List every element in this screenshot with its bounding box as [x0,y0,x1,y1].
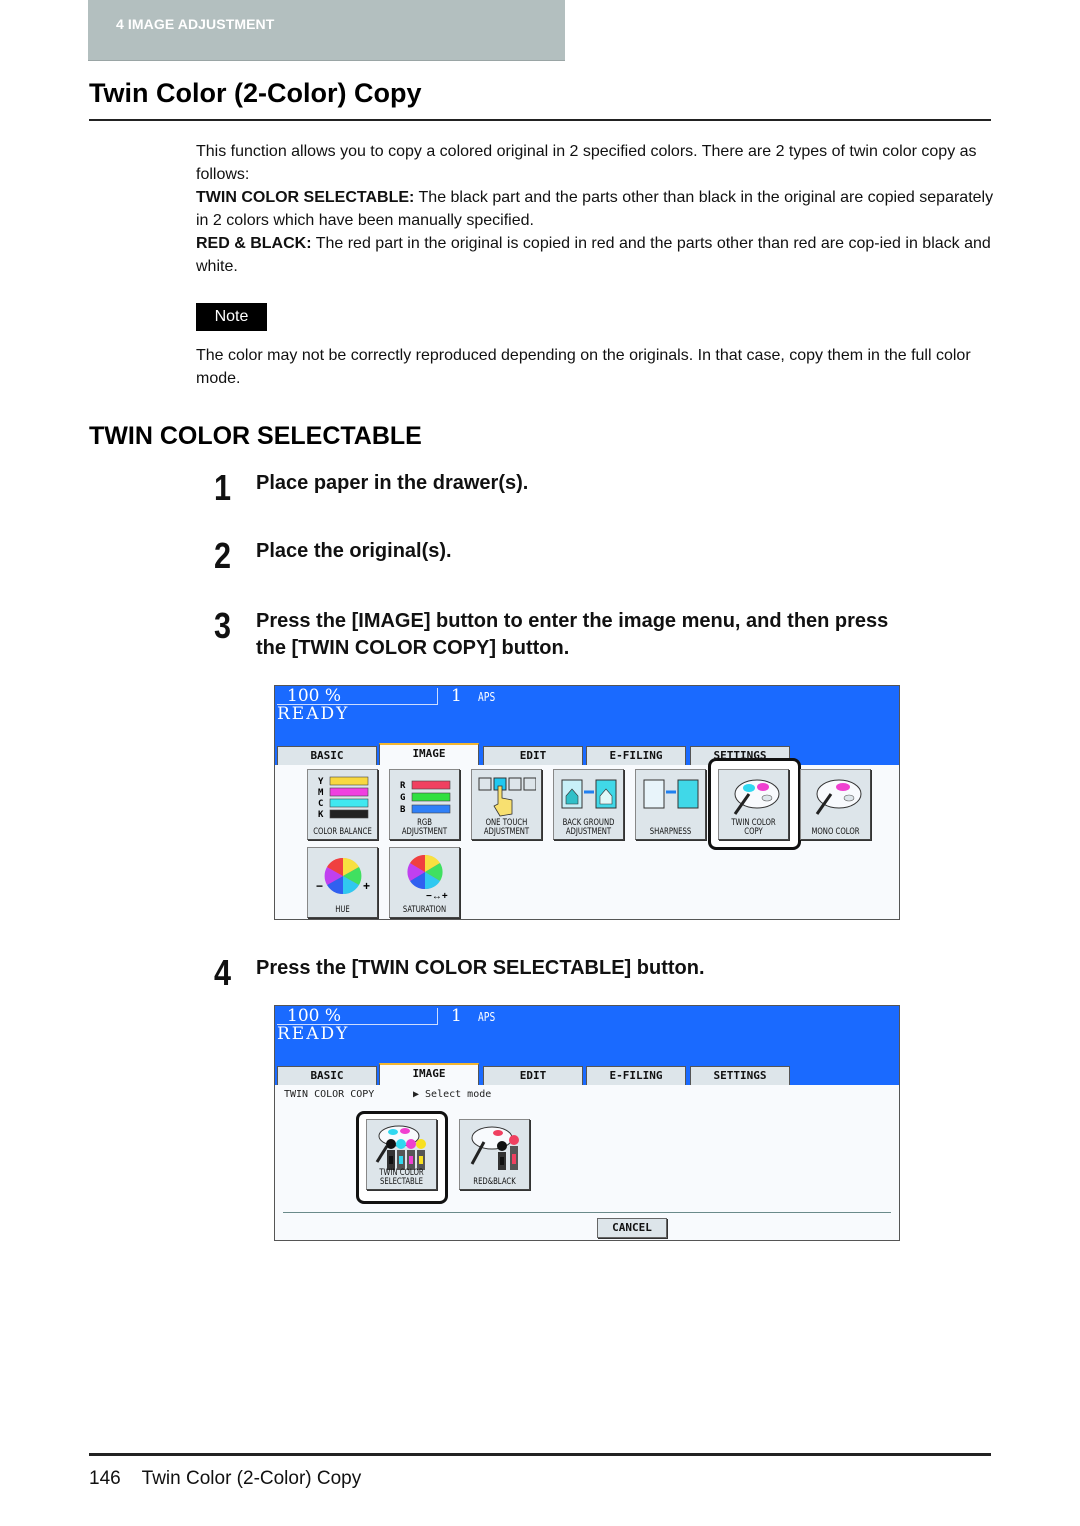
paper-size: APS [478,690,496,704]
tab-settings[interactable]: SETTINGS [690,1066,790,1085]
tile-label: HUE [335,905,350,915]
chapter-tab: 4 IMAGE ADJUSTMENT [88,0,565,61]
tab-e-filing[interactable]: E-FILING [586,746,686,765]
tab-edit[interactable]: EDIT [483,746,583,765]
term: TWIN COLOR SELECTABLE: [196,189,415,206]
cancel-button[interactable]: CANCEL [597,1218,667,1238]
definition-twin-selectable: TWIN COLOR SELECTABLE: The black part an… [196,186,996,232]
step-number: 4 [214,952,232,993]
tile-label: MONO COLOR [811,827,860,837]
definition-red-black: RED & BLACK: The red part in the origina… [196,232,996,278]
status-text: READY [277,704,350,724]
footer-divider [89,1453,991,1456]
step-text-line: the [TWIN COLOR COPY] button. [256,637,570,659]
term: RED & BLACK: [196,235,312,252]
palette-mono-icon [815,779,862,815]
svg-text:M: M [318,788,324,798]
status-area: 100 % 1 APS READY [275,1006,899,1066]
paper-size: APS [478,1010,496,1024]
page-title: Twin Color (2-Color) Copy [89,78,422,108]
svg-text:−: − [316,879,323,893]
note-badge: Note [196,303,267,331]
background-adjustment-button[interactable]: BACK GROUND ADJUSTMENT [553,769,624,840]
svg-text:+: + [363,879,370,893]
title-divider [89,119,991,121]
one-touch-icon [478,777,536,817]
svg-text:−↔+: −↔+ [426,891,448,900]
svg-text:B: B [400,805,406,815]
tab-edit[interactable]: EDIT [483,1066,583,1085]
step-text-line: Press the [IMAGE] button to enter the im… [256,610,889,632]
tile-label: COLOR BALANCE [313,827,372,837]
copy-count: 1 [451,686,462,706]
saturation-button[interactable]: −↔+ SATURATION [389,847,460,918]
copy-count: 1 [451,1006,462,1026]
twin-color-mode-panel: TWIN COLOR COPY ▶ Select mode TWIN COLOR… [275,1085,899,1240]
color-balance-button[interactable]: Y M C K COLOR BALANCE [307,769,378,840]
tile-label: TWIN COLOR COPY [731,818,776,837]
svg-text:G: G [400,793,405,803]
tab-basic[interactable]: BASIC [277,746,377,765]
color-balance-icon: Y M C K [318,776,369,820]
tile-label: SATURATION [402,905,447,915]
rgb-adjustment-icon: R G B [400,780,451,815]
saturation-wheel-icon: −↔+ [407,854,448,900]
touch-panel-image-menu: 100 % 1 APS READY BASIC IMAGE EDIT E-FIL… [274,685,900,920]
tile-label: BACK GROUND ADJUSTMENT [562,818,615,837]
step-text: Place paper in the drawer(s). [256,472,529,494]
red-black-icon [470,1126,519,1170]
status-text: READY [277,1024,350,1044]
svg-text:K: K [318,810,324,820]
svg-text:Y: Y [318,777,324,787]
intro-paragraph: This function allows you to copy a color… [196,143,977,183]
sharpness-icon [643,779,699,809]
twin-color-copy-button[interactable]: TWIN COLOR COPY [718,769,789,840]
tile-label: RED&BLACK [473,1177,516,1187]
tile-label: SHARPNESS [649,827,692,837]
hue-button[interactable]: − + HUE [307,847,378,918]
tab-bar: BASIC IMAGE EDIT E-FILING SETTINGS [275,1063,899,1085]
tab-e-filing[interactable]: E-FILING [586,1066,686,1085]
palette-twin-icon [733,779,780,815]
step-text: Place the original(s). [256,540,452,562]
step-number: 1 [214,467,232,508]
tab-image[interactable]: IMAGE [379,1063,479,1085]
touch-panel-twin-color-mode: 100 % 1 APS READY BASIC IMAGE EDIT E-FIL… [274,1005,900,1241]
step-text: Press the [TWIN COLOR SELECTABLE] button… [256,957,705,979]
page-footer: 146 Twin Color (2-Color) Copy [89,1468,361,1490]
zoom-ratio: 100 % [287,1006,342,1026]
step-number: 3 [214,605,232,646]
tile-label: TWIN COLOR SELECTABLE [379,1168,424,1187]
tab-basic[interactable]: BASIC [277,1066,377,1085]
twin-selectable-icon [375,1125,426,1170]
step-text: Press the [IMAGE] button to enter the im… [256,608,888,662]
select-mode-prompt: ▶ Select mode [413,1089,492,1100]
tile-label: RGB ADJUSTMENT [401,818,448,837]
intro-text: This function allows you to copy a color… [196,140,996,278]
rgb-adjustment-button[interactable]: R G B RGB ADJUSTMENT [389,769,460,840]
menu-path: TWIN COLOR COPY [284,1089,375,1100]
footer-title: Twin Color (2-Color) Copy [141,1468,362,1489]
tab-image[interactable]: IMAGE [379,743,479,765]
sharpness-button[interactable]: SHARPNESS [635,769,706,840]
zoom-ratio: 100 % [287,686,342,706]
twin-color-selectable-button[interactable]: TWIN COLOR SELECTABLE [366,1119,437,1190]
hue-wheel-icon: − + [316,857,370,895]
background-icon [561,779,617,809]
note-text: The color may not be correctly reproduce… [196,347,971,387]
step-number: 2 [214,535,232,576]
one-touch-adjustment-button[interactable]: ONE TOUCH ADJUSTMENT [471,769,542,840]
red-and-black-button[interactable]: RED&BLACK [459,1119,530,1190]
page-number: 146 [89,1468,121,1489]
tab-bar: BASIC IMAGE EDIT E-FILING SETTINGS [275,743,899,765]
tile-label: ONE TOUCH ADJUSTMENT [483,818,530,837]
panel-divider [283,1212,891,1213]
status-area: 100 % 1 APS READY [275,686,899,746]
section-heading: TWIN COLOR SELECTABLE [89,422,422,450]
mono-color-button[interactable]: MONO COLOR [800,769,871,840]
definition: The red part in the original is copied i… [196,235,991,275]
svg-text:C: C [318,799,323,809]
svg-text:R: R [400,781,406,791]
chapter-label: 4 IMAGE ADJUSTMENT [116,16,275,32]
